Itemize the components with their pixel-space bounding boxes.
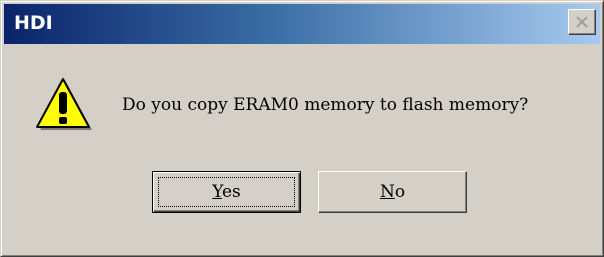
no-label-rest: o	[394, 182, 406, 202]
hdi-dialog: HDI Do you copy ERAM0 memory to flash me…	[0, 0, 604, 257]
close-button[interactable]	[568, 9, 596, 35]
close-icon	[576, 16, 588, 28]
no-button[interactable]: No	[318, 171, 467, 213]
yes-mnemonic: Y	[212, 182, 222, 202]
yes-button-label: Yes	[212, 182, 241, 202]
title-bar[interactable]: HDI	[4, 4, 600, 44]
no-mnemonic: N	[379, 182, 395, 202]
yes-button[interactable]: Yes	[152, 171, 301, 213]
no-button-label: No	[380, 182, 405, 202]
yes-label-rest: es	[221, 182, 241, 202]
dialog-message: Do you copy ERAM0 memory to flash memory…	[122, 95, 529, 115]
warning-icon	[36, 78, 92, 130]
window-title: HDI	[14, 12, 53, 34]
